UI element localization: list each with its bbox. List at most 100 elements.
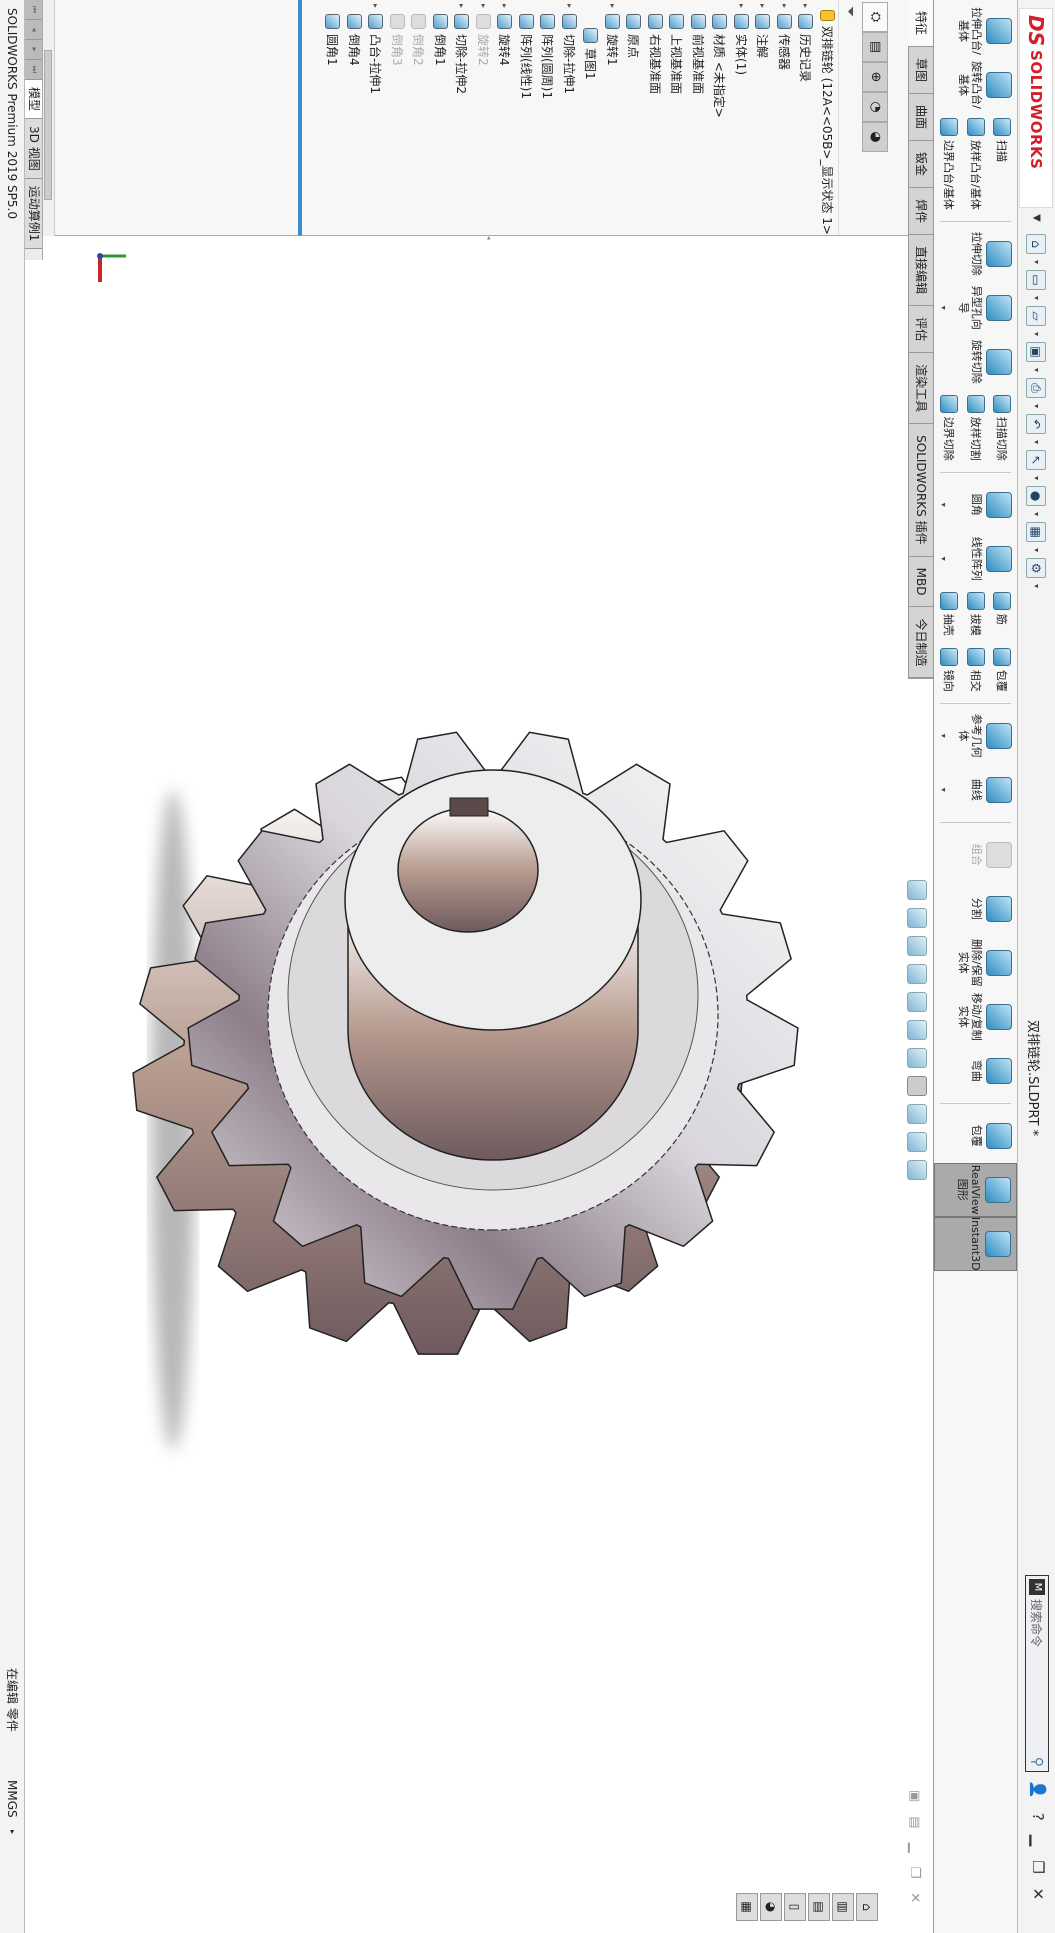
tab-2[interactable]: 曲面 bbox=[908, 94, 933, 142]
last-tab-icon[interactable]: ⏭ bbox=[25, 60, 42, 80]
dropdown-arrow-icon[interactable]: ▾ bbox=[937, 503, 950, 507]
tree-item[interactable]: 阵列(圆周)1 bbox=[537, 0, 559, 235]
dropdown-arrow-icon[interactable]: ▾ bbox=[1032, 512, 1041, 516]
solidworks-logo[interactable]: DS SOLIDWORKS bbox=[1019, 8, 1054, 208]
draft-button[interactable]: 拔模 bbox=[966, 591, 985, 636]
dropdown-arrow-icon[interactable]: ▾ bbox=[937, 306, 950, 310]
tree-item[interactable]: 原点 bbox=[623, 0, 645, 235]
configurationmanager-icon[interactable]: ⊕ bbox=[862, 62, 888, 92]
expand-arrow-icon[interactable]: ▸ bbox=[780, 0, 789, 12]
appearances-icon[interactable]: ◕ bbox=[760, 1893, 782, 1921]
doc-close-icon[interactable]: ✕ bbox=[907, 1892, 922, 1903]
wrap-button[interactable]: 包覆 bbox=[992, 647, 1011, 692]
apply-scene-icon[interactable] bbox=[907, 1132, 927, 1152]
dropdown-arrow-icon[interactable]: ▾ bbox=[937, 788, 950, 792]
doc-maximize-icon[interactable]: ▣ bbox=[907, 1790, 922, 1802]
close-icon[interactable]: ✕ bbox=[1029, 1888, 1047, 1901]
select-icon[interactable]: ↖ bbox=[1026, 450, 1047, 471]
undo-icon[interactable]: ↶ bbox=[1026, 414, 1047, 435]
tree-item[interactable]: ▸ 旋转2 bbox=[473, 0, 495, 235]
shell-button[interactable]: 抽壳 bbox=[940, 591, 959, 636]
doc-restore-icon[interactable]: ❐ bbox=[907, 1867, 922, 1879]
hole-wizard-button[interactable]: 异型孔向导 ▾ bbox=[934, 281, 1017, 335]
search-icon[interactable]: ⚲ bbox=[1029, 1757, 1045, 1767]
zoom-to-area-icon[interactable] bbox=[907, 908, 927, 928]
tree-item[interactable]: 上视基准面 bbox=[666, 0, 688, 235]
tree-item[interactable]: 圆角1 bbox=[322, 0, 344, 235]
units-selector[interactable]: MMGS bbox=[0, 1780, 24, 1818]
dropdown-arrow-icon[interactable]: ▾ bbox=[1032, 296, 1041, 300]
tree-item[interactable]: 阵列(线性)1 bbox=[516, 0, 538, 235]
wrap-button[interactable]: 包覆 bbox=[934, 1109, 1017, 1163]
instant3d-button[interactable]: Instant3D bbox=[934, 1216, 1017, 1271]
intersect-button[interactable]: 相交 bbox=[966, 647, 985, 692]
dropdown-arrow-icon[interactable]: ▾ bbox=[937, 557, 950, 561]
tab-4[interactable]: 焊件 bbox=[908, 188, 933, 236]
tree-root[interactable]: 双排链轮 (12A<<05B>_显示状态 1> bbox=[817, 0, 839, 235]
file-explorer-icon[interactable]: ▤ bbox=[808, 1893, 830, 1921]
minimize-icon[interactable]: ▁ bbox=[1029, 1835, 1047, 1847]
tree-item[interactable]: 草图1 bbox=[580, 0, 602, 235]
realview-button[interactable]: RealView 图形 bbox=[934, 1162, 1017, 1217]
split-button[interactable]: 分割 bbox=[934, 882, 1017, 936]
tree-item[interactable]: 倒角2 bbox=[408, 0, 430, 235]
tree-item[interactable]: 倒角4 bbox=[344, 0, 366, 235]
expand-arrow-icon[interactable]: ▸ bbox=[457, 0, 466, 12]
section-view-icon[interactable] bbox=[907, 964, 927, 984]
dropdown-arrow-icon[interactable]: ▾ bbox=[1032, 368, 1041, 372]
tab-10[interactable]: 今日制造 bbox=[908, 607, 933, 679]
doc-tile-icon[interactable]: ▤ bbox=[907, 1816, 922, 1828]
dropdown-arrow-icon[interactable]: ▾ bbox=[1032, 440, 1041, 444]
fillet-button[interactable]: 圆角 ▾ bbox=[934, 478, 1017, 532]
zoom-to-fit-icon[interactable] bbox=[907, 880, 927, 900]
linear-pattern-button[interactable]: 线性阵列 ▾ bbox=[934, 532, 1017, 586]
extruded-boss-button[interactable]: 拉伸凸台/基体 bbox=[934, 4, 1017, 58]
dropdown-arrow-icon[interactable]: ▾ bbox=[1032, 476, 1041, 480]
expand-arrow-icon[interactable]: ▸ bbox=[479, 0, 488, 12]
bottom-tab-1[interactable]: 3D 视图 bbox=[25, 119, 42, 179]
tab-5[interactable]: 直接编辑 bbox=[908, 235, 933, 307]
tree-item[interactable]: ▸ 旋转4 bbox=[494, 0, 516, 235]
tab-9[interactable]: MBD bbox=[908, 556, 933, 608]
propertymanager-icon[interactable]: ▤ bbox=[862, 32, 888, 62]
revolved-boss-button[interactable]: 旋转凸台/基体 bbox=[934, 58, 1017, 112]
tab-1[interactable]: 草图 bbox=[908, 47, 933, 95]
dimxpert-icon[interactable]: ◔ bbox=[862, 92, 888, 122]
tab-0[interactable]: 特征 bbox=[908, 0, 933, 48]
extruded-cut-button[interactable]: 拉伸切除 bbox=[934, 227, 1017, 281]
prev-tab-icon[interactable]: ◂ bbox=[25, 20, 42, 40]
filter-icon[interactable]: ⏷ bbox=[838, 0, 862, 235]
expand-arrow-icon[interactable]: ▸ bbox=[608, 0, 617, 12]
restore-icon[interactable]: ❐ bbox=[1029, 1860, 1047, 1873]
tree-item[interactable]: 材质 <未指定> bbox=[709, 0, 731, 235]
lofted-boss-button[interactable]: 放样凸台/基体 bbox=[966, 118, 985, 210]
tree-item[interactable]: ▸ 实体(1) bbox=[731, 0, 753, 235]
lofted-cut-button[interactable]: 放样切割 bbox=[966, 394, 985, 461]
options-icon[interactable]: ⚙ bbox=[1026, 558, 1047, 579]
tree-item[interactable]: 右视基准面 bbox=[645, 0, 667, 235]
scrollbar-thumb[interactable] bbox=[44, 50, 52, 200]
dropdown-arrow-icon[interactable]: ▾ bbox=[1032, 332, 1041, 336]
tree-item[interactable]: ▸ 历史记录 bbox=[795, 0, 817, 235]
dynamic-annotation-icon[interactable] bbox=[907, 992, 927, 1012]
expand-arrow-icon[interactable]: ▸ bbox=[500, 0, 509, 12]
tree-item[interactable]: 倒角1 bbox=[430, 0, 452, 235]
tree-item[interactable]: ▸ 凸台-拉伸1 bbox=[365, 0, 387, 235]
view-settings-icon[interactable] bbox=[907, 1160, 927, 1180]
tree-item[interactable]: ▸ 切除-拉伸2 bbox=[451, 0, 473, 235]
open-icon[interactable]: ▱ bbox=[1026, 306, 1047, 327]
swept-boss-button[interactable]: 扫描 bbox=[992, 118, 1011, 210]
previous-view-icon[interactable] bbox=[907, 936, 927, 956]
help-icon[interactable]: ? bbox=[1029, 1813, 1047, 1821]
bottom-tab-0[interactable]: 模型 bbox=[25, 80, 42, 120]
expand-arrow-icon[interactable]: ▸ bbox=[371, 0, 380, 12]
tree-item[interactable]: ▸ 传感器 bbox=[774, 0, 796, 235]
expand-arrow-icon[interactable]: ▸ bbox=[758, 0, 767, 12]
tree-item[interactable]: 前视基准面 bbox=[688, 0, 710, 235]
bottom-tab-2[interactable]: 运动算例1 bbox=[25, 178, 42, 250]
edit-appearance-icon[interactable] bbox=[907, 1104, 927, 1124]
graphics-area[interactable] bbox=[45, 0, 933, 1933]
custom-properties-icon[interactable]: ▦ bbox=[736, 1893, 758, 1921]
mirror-button[interactable]: 镜向 bbox=[940, 647, 959, 692]
display-manager-icon[interactable]: ◕ bbox=[862, 122, 888, 152]
